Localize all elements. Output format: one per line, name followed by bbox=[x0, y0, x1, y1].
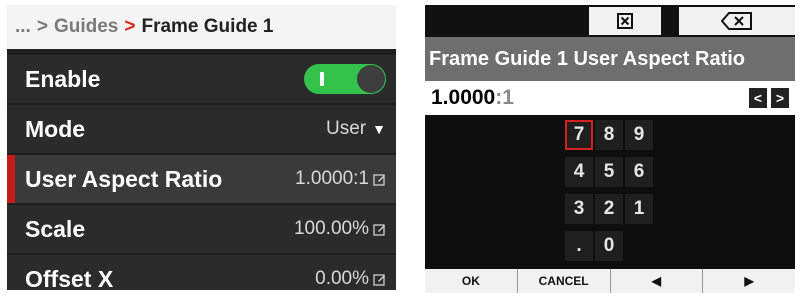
row-label: Scale bbox=[25, 215, 86, 242]
row-value: User ▼ bbox=[326, 118, 386, 140]
cursor-left-button[interactable]: < bbox=[749, 88, 767, 108]
breadcrumb-arrow: > bbox=[124, 16, 136, 37]
key-3[interactable]: 3 bbox=[565, 194, 593, 224]
key-0[interactable]: 0 bbox=[595, 231, 623, 261]
row-label: User Aspect Ratio bbox=[25, 165, 223, 192]
key-7[interactable]: 7 bbox=[565, 120, 593, 150]
key-1[interactable]: 1 bbox=[625, 194, 653, 224]
entry-value: 1.0000 bbox=[431, 86, 496, 109]
menu-row-mode[interactable]: Mode User ▼ bbox=[7, 105, 396, 153]
selection-marker bbox=[7, 155, 15, 203]
clear-key[interactable] bbox=[589, 7, 661, 35]
top-key-row bbox=[425, 5, 795, 37]
key-2[interactable]: 2 bbox=[595, 194, 623, 224]
row-value: 100.00% bbox=[294, 218, 386, 240]
left-arrow-button[interactable]: ◀ bbox=[611, 269, 704, 293]
toggle-on-mark bbox=[320, 72, 324, 86]
entry-suffix: :1 bbox=[495, 86, 514, 109]
menu-row-user-aspect-ratio[interactable]: User Aspect Ratio 1.0000:1 bbox=[7, 155, 396, 203]
row-label: Enable bbox=[25, 65, 101, 92]
offset-x-value: 0.00% bbox=[315, 268, 369, 289]
aspect-ratio-keypad-panel: Frame Guide 1 User Aspect Ratio 1.0000:1… bbox=[425, 5, 795, 293]
chevron-down-icon: ▼ bbox=[372, 121, 386, 137]
key-decimal[interactable]: . bbox=[565, 231, 593, 261]
key-5[interactable]: 5 bbox=[595, 157, 623, 187]
mode-value: User bbox=[326, 118, 367, 139]
enable-toggle[interactable] bbox=[304, 64, 386, 94]
breadcrumb-separator: > bbox=[36, 16, 48, 37]
keypad-title: Frame Guide 1 User Aspect Ratio bbox=[425, 37, 795, 81]
aspect-ratio-value: 1.0000:1 bbox=[295, 168, 369, 189]
breadcrumb-ellipsis[interactable]: ... bbox=[15, 16, 31, 38]
row-value: 1.0000:1 bbox=[295, 168, 386, 190]
edit-icon bbox=[373, 173, 385, 186]
ok-button[interactable]: OK bbox=[425, 269, 518, 293]
value-entry-field[interactable]: 1.0000:1 < > bbox=[425, 81, 795, 115]
scale-value: 100.00% bbox=[293, 218, 369, 239]
menu-row-enable[interactable]: Enable bbox=[7, 55, 396, 103]
row-label: Mode bbox=[25, 115, 86, 142]
breadcrumb-current: Frame Guide 1 bbox=[141, 16, 274, 37]
softkey-bar: OK CANCEL ◀ ▶ bbox=[425, 269, 795, 293]
breadcrumb: ... > Guides > Frame Guide 1 bbox=[7, 5, 396, 49]
key-9[interactable]: 9 bbox=[625, 120, 653, 150]
backspace-icon bbox=[721, 12, 752, 30]
toggle-knob bbox=[357, 65, 385, 93]
menu-row-scale[interactable]: Scale 100.00% bbox=[7, 205, 396, 253]
key-8[interactable]: 8 bbox=[595, 120, 623, 150]
backspace-key[interactable] bbox=[679, 7, 795, 35]
breadcrumb-guides[interactable]: Guides bbox=[54, 16, 118, 38]
row-value: 0.00% bbox=[315, 268, 386, 290]
cancel-button[interactable]: CANCEL bbox=[518, 269, 611, 293]
edit-icon bbox=[373, 273, 385, 286]
guides-menu-panel: ... > Guides > Frame Guide 1 Enable Mode… bbox=[7, 5, 396, 290]
menu-row-offset-x[interactable]: Offset X 0.00% bbox=[7, 255, 396, 290]
edit-icon bbox=[373, 223, 385, 236]
right-arrow-button[interactable]: ▶ bbox=[703, 269, 795, 293]
cursor-right-button[interactable]: > bbox=[771, 88, 789, 108]
key-6[interactable]: 6 bbox=[625, 157, 653, 187]
key-4[interactable]: 4 bbox=[565, 157, 593, 187]
close-box-icon bbox=[617, 13, 633, 29]
row-label: Offset X bbox=[25, 265, 114, 291]
